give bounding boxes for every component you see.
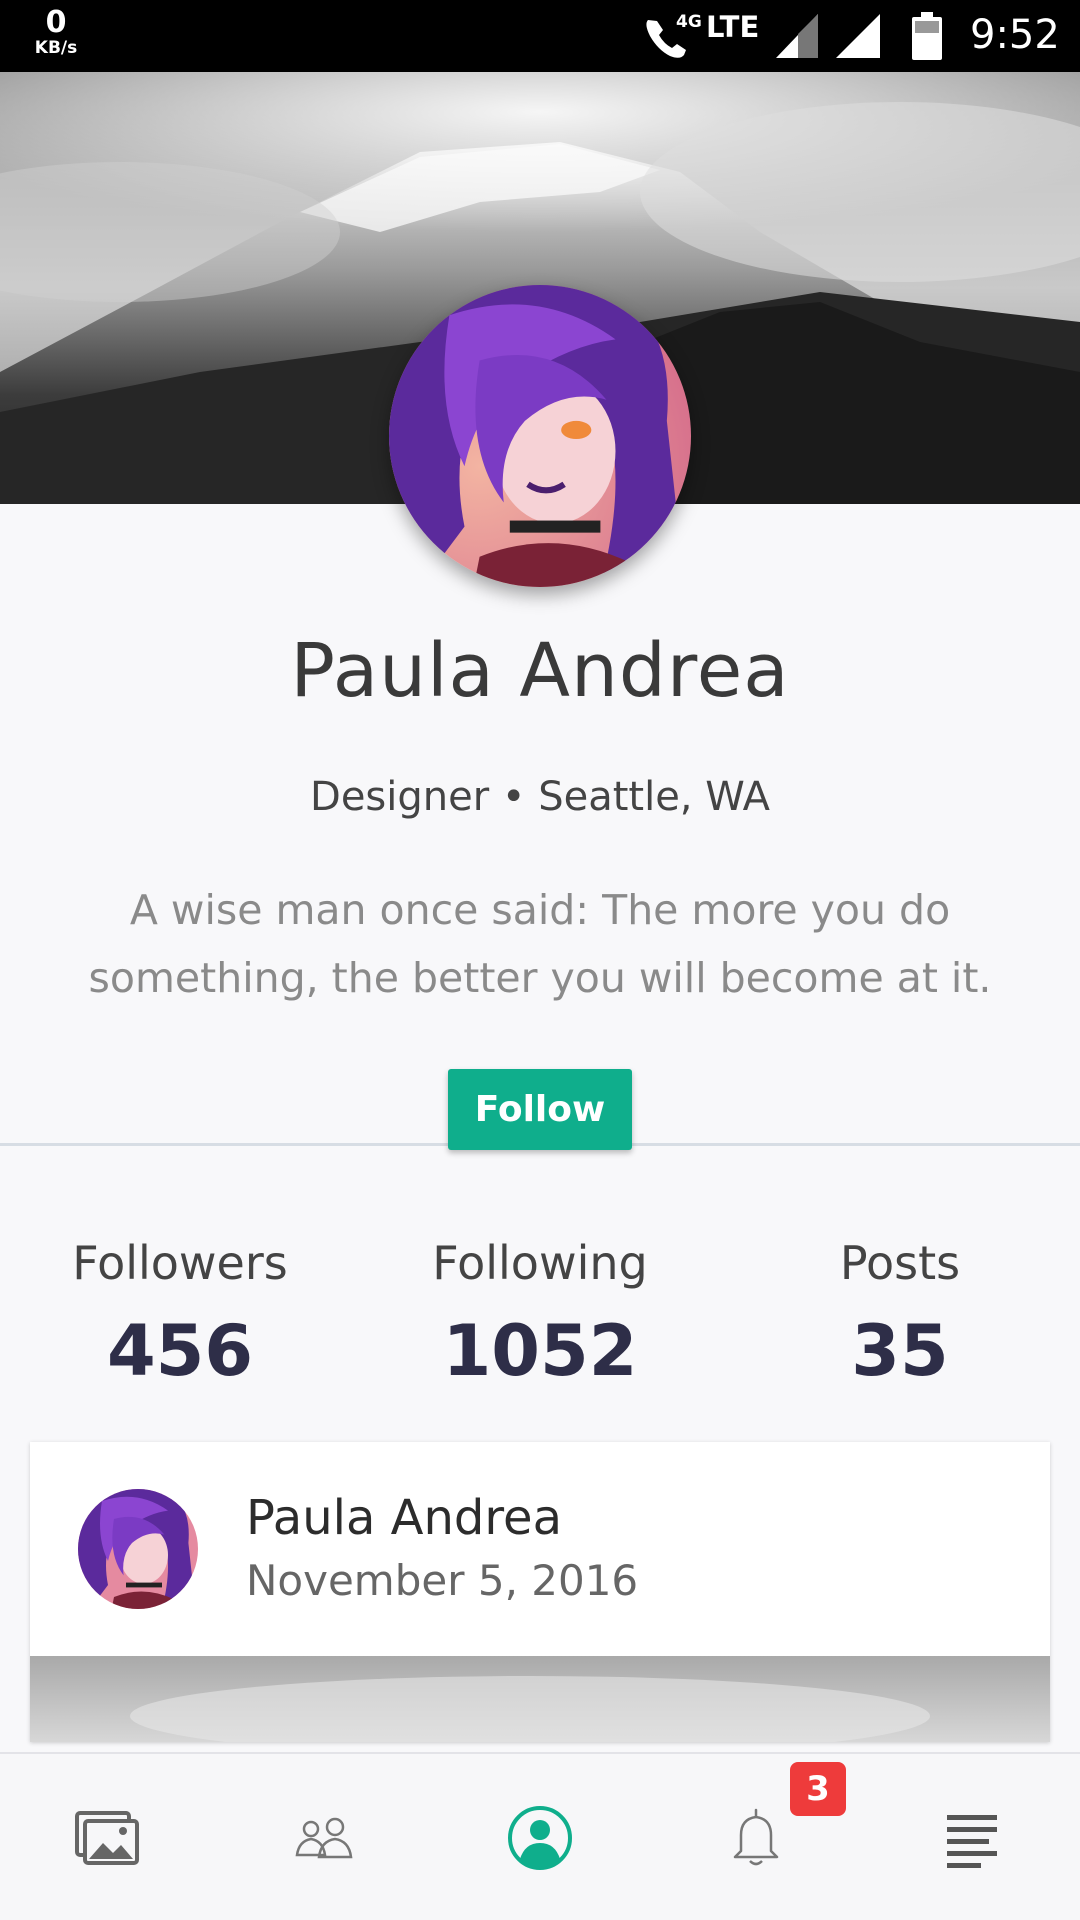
nav-profile[interactable]: [432, 1754, 648, 1920]
network-4g-label: 4G: [676, 12, 702, 32]
posts-count: 35: [851, 1310, 949, 1392]
nav-gallery[interactable]: [0, 1754, 216, 1920]
network-speed-unit: KB/s: [34, 38, 78, 58]
profile-name: Paula Andrea: [290, 628, 790, 714]
following-stat[interactable]: Following 1052: [360, 1236, 720, 1392]
network-speed: 0 KB/s: [26, 8, 86, 57]
post-author-avatar[interactable]: [78, 1489, 198, 1609]
signal-icon: [776, 14, 818, 58]
posts-stat[interactable]: Posts 35: [720, 1236, 1080, 1392]
network-lte-label: LTE: [706, 10, 760, 44]
bell-icon: [733, 1808, 779, 1866]
profile-meta: Designer • Seattle, WA: [310, 774, 770, 820]
profile-bio: A wise man once said: The more you do so…: [88, 886, 992, 1002]
followers-label: Followers: [72, 1236, 288, 1290]
notification-badge: 3: [790, 1762, 846, 1816]
profile-icon: [508, 1806, 572, 1870]
status-bar: 0 KB/s 4G LTE 9:52: [0, 0, 1080, 72]
following-label: Following: [432, 1236, 648, 1290]
battery-icon: [912, 12, 942, 60]
clock: 9:52: [970, 12, 1060, 58]
profile-avatar[interactable]: [389, 285, 691, 587]
post-image[interactable]: [30, 1656, 1050, 1742]
signal-icon: [836, 14, 880, 58]
post-card[interactable]: Paula Andrea November 5, 2016: [30, 1442, 1050, 1742]
following-count: 1052: [442, 1310, 638, 1392]
post-author-name[interactable]: Paula Andrea: [246, 1490, 562, 1546]
post-date: November 5, 2016: [246, 1556, 639, 1605]
follow-button[interactable]: Follow: [448, 1069, 632, 1150]
followers-stat[interactable]: Followers 456: [0, 1236, 360, 1392]
posts-label: Posts: [839, 1236, 961, 1290]
menu-icon: [947, 1815, 997, 1868]
people-icon: [295, 1817, 353, 1859]
bottom-navigation: [0, 1752, 1080, 1920]
nav-people[interactable]: [216, 1754, 432, 1920]
nav-menu[interactable]: [864, 1754, 1080, 1920]
gallery-icon: [75, 1811, 139, 1865]
network-speed-value: 0: [45, 5, 67, 40]
followers-count: 456: [106, 1310, 254, 1392]
